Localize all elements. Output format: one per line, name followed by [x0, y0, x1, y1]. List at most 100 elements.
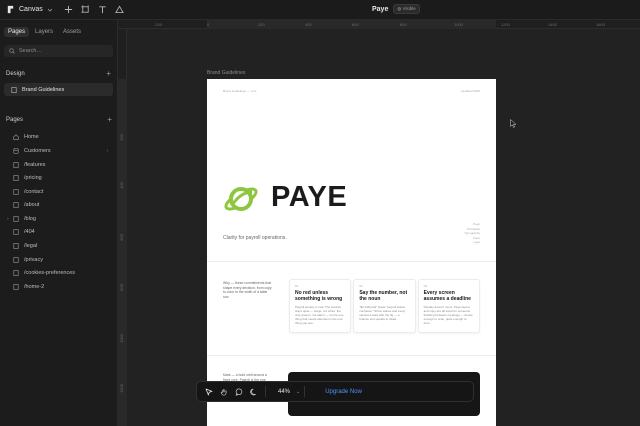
comment-tool-button[interactable] [231, 384, 246, 399]
card-body: Payday doesn't move. Paye layout and cop… [423, 305, 473, 325]
page-label: /about [24, 202, 40, 208]
card-number: 03 [423, 284, 427, 288]
sidebar-item-legal[interactable]: /legal [4, 240, 114, 252]
visibility-badge[interactable]: ◍ Visible [393, 4, 420, 14]
sidebar-item-cookies-preferences[interactable]: /cookies-preferences [4, 267, 114, 279]
add-design-button[interactable]: + [106, 70, 111, 78]
ruler-tick: -200 [154, 22, 163, 27]
search-input[interactable]: Search… [4, 45, 113, 57]
side-note: Logo [473, 240, 480, 244]
add-page-button[interactable]: + [107, 116, 112, 124]
page-label: /contact [24, 189, 44, 195]
chevron-right-icon[interactable]: › [7, 216, 9, 222]
design-item-label: Brand Guidelines [22, 86, 65, 93]
pages-heading: Pages [6, 117, 24, 123]
hand-icon [220, 388, 226, 395]
ruler-tick: 800 [119, 284, 124, 291]
add-tool[interactable] [62, 3, 76, 17]
page-icon [13, 202, 19, 208]
page-icon [13, 175, 19, 181]
page-label: /home-2 [24, 284, 45, 290]
planet-logo-icon [224, 187, 258, 211]
page-icon [13, 229, 19, 235]
app-menu[interactable]: Canvas [0, 0, 59, 20]
ruler-tick: 1200 [119, 384, 124, 393]
sidebar-item-home-2[interactable]: /home-2 [4, 281, 114, 293]
side-notes: Paye Principles Typography Color Logo [464, 222, 480, 245]
sidebar-item-home[interactable]: Home [4, 131, 114, 143]
page-label: /404 [24, 229, 35, 235]
principle-card[interactable]: 02 Say the number, not the noun "$2,148 … [353, 279, 416, 333]
side-note: Typography [464, 231, 480, 235]
card-number: 01 [295, 284, 299, 288]
top-bar: Canvas Paye ◍ Visible [0, 0, 640, 20]
card-title: Say the number, not the noun [359, 290, 408, 302]
tab-pages[interactable]: Pages [4, 27, 30, 37]
frame-icon [81, 5, 89, 13]
text-icon [99, 6, 106, 14]
design-heading: Design [6, 71, 25, 77]
page-icon [13, 284, 19, 290]
ruler-tick: 400 [305, 22, 312, 27]
triangle-icon [115, 5, 125, 14]
ruler-tick: 600 [352, 22, 359, 27]
select-tool-button[interactable] [201, 384, 216, 399]
page-label: /cookies-preferences [24, 270, 76, 276]
card-title: Every screen assumes a deadline [423, 290, 471, 302]
app-window: Canvas Paye ◍ Visible Pages Layers Asset… [0, 0, 640, 426]
card-body: "$2,148 paid" beats "payroll status comp… [359, 305, 406, 321]
text-tool[interactable] [96, 3, 110, 17]
design-canvas[interactable]: -200 0 200 400 600 800 1000 1200 1400 16… [118, 20, 640, 426]
sidebar-item-blog[interactable]: › /blog [4, 213, 114, 225]
theme-toggle-button[interactable] [246, 384, 261, 399]
ruler-tick: 1000 [454, 22, 463, 27]
upgrade-button[interactable]: Upgrade Now [325, 389, 362, 395]
plus-icon [65, 5, 73, 14]
sidebar-item-features[interactable]: /features [4, 159, 114, 171]
hand-tool-button[interactable] [216, 384, 231, 399]
sidebar-item-pricing[interactable]: /pricing [4, 172, 114, 184]
ruler-tick: 0 [207, 22, 210, 27]
page-icon [11, 86, 17, 93]
frame-tool[interactable] [79, 3, 93, 17]
sidebar-item-about[interactable]: /about [4, 199, 114, 211]
sidebar-item-contact[interactable]: /contact [4, 186, 114, 198]
section-divider [207, 355, 496, 356]
page-icon [13, 243, 19, 249]
shape-tool[interactable] [113, 3, 127, 17]
left-sidebar: Pages Layers Assets Search… Design + Bra… [0, 20, 118, 426]
page-label: Home [24, 134, 39, 140]
frame-label[interactable]: Brand Guidelines [207, 70, 245, 76]
principle-card[interactable]: 03 Every screen assumes a deadline Payda… [417, 279, 480, 333]
sidebar-item-privacy[interactable]: /privacy [4, 254, 114, 266]
project-name: Paye [372, 5, 389, 13]
sidebar-item-customers[interactable]: Customers › [4, 145, 114, 157]
ruler-tick: 600 [119, 234, 124, 241]
tab-assets[interactable]: Assets [59, 27, 85, 37]
card-number: 02 [359, 284, 363, 288]
ruler-tick: 200 [258, 22, 265, 27]
ruler-tick: 200 [119, 134, 124, 141]
brand-guidelines-frame[interactable]: Brand Guidelines — v1.0 Updated 2026 PAY… [207, 79, 496, 426]
chevron-down-icon[interactable]: ⌄ [296, 389, 300, 395]
project-title[interactable]: Paye ◍ Visible [372, 4, 420, 14]
page-label: Customers [24, 148, 51, 154]
frame-header-right: Updated 2026 [461, 89, 480, 93]
chevron-down-icon [47, 8, 53, 12]
toolbar-divider [265, 386, 266, 397]
sidebar-item-404[interactable]: /404 [4, 226, 114, 238]
design-item-brand-guidelines[interactable]: Brand Guidelines [4, 83, 113, 96]
page-icon [13, 189, 19, 195]
page-label: /privacy [24, 257, 43, 263]
design-section-header: Design + [0, 67, 117, 81]
zoom-level[interactable]: 44% [278, 389, 290, 395]
card-title: No red unless something is wrong [295, 290, 343, 302]
ruler-tick: 1400 [548, 22, 557, 27]
globe-icon: ◍ [397, 6, 402, 11]
principle-card[interactable]: 01 No red unless something is wrong Payr… [289, 279, 352, 333]
page-label: /legal [24, 243, 38, 249]
tab-layers[interactable]: Layers [31, 27, 57, 37]
principles-cards: 01 No red unless something is wrong Payr… [289, 279, 480, 333]
chevron-right-icon[interactable]: › [106, 148, 108, 154]
principles-note: Why — these commitments that shape every… [223, 281, 272, 299]
